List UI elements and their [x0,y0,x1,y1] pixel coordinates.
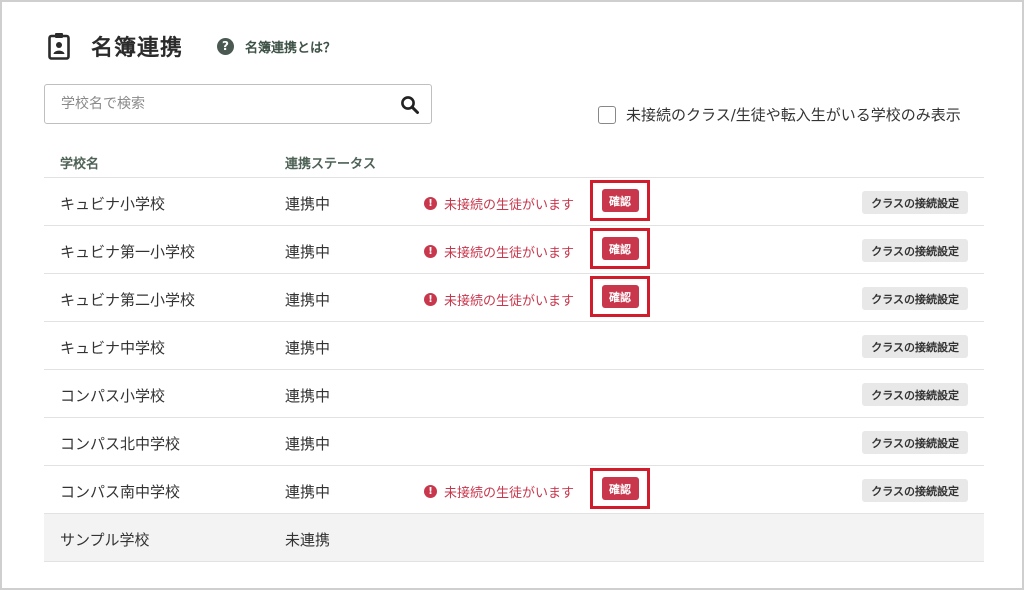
link-status: 連携中 [285,243,331,261]
page-header: 名簿連携 ? 名簿連携とは？ [48,30,336,62]
school-name: コンパス南中学校 [60,483,181,501]
confirm-highlight: 確認 [590,180,650,221]
confirm-button[interactable]: 確認 [601,477,639,500]
school-name: キュビナ中学校 [60,339,166,357]
warning-text: 未接続の生徒がいます [444,198,575,213]
question-circle-icon: ? [217,37,235,55]
link-status: 連携中 [285,483,331,501]
column-header-school-name: 学校名 [60,157,100,172]
class-connection-settings-button[interactable]: クラスの接続設定 [862,383,968,406]
exclamation-circle-icon: ! [424,293,437,306]
table-row: キュビナ小学校 連携中 ! 未接続の生徒がいます 確認 クラスの接続設定 [44,178,984,226]
table-row: コンパス小学校 連携中 クラスの接続設定 [44,370,984,418]
class-connection-settings-button[interactable]: クラスの接続設定 [862,431,968,454]
warning-text: 未接続の生徒がいます [444,294,575,309]
class-connection-settings-button[interactable]: クラスの接続設定 [862,335,968,358]
unconnected-filter-label: 未接続のクラス/生徒や転入生がいる学校のみ表示 [626,106,961,124]
class-connection-settings-button[interactable]: クラスの接続設定 [862,191,968,214]
search-input[interactable] [45,85,431,123]
warning-text: 未接続の生徒がいます [444,486,575,501]
class-connection-settings-button[interactable]: クラスの接続設定 [862,287,968,310]
link-status: 連携中 [285,435,331,453]
table-row: キュビナ第二小学校 連携中 ! 未接続の生徒がいます 確認 クラスの接続設定 [44,274,984,322]
school-name: キュビナ小学校 [60,195,166,213]
school-name: キュビナ第二小学校 [60,291,196,309]
school-name: コンパス北中学校 [60,435,181,453]
table-row: サンプル学校 未連携 [44,514,984,562]
app-frame: 名簿連携 ? 名簿連携とは？ 未接続のクラス/生徒や転入生がいる学校のみ表示 学… [0,0,1024,590]
link-status: 連携中 [285,387,331,405]
confirm-button[interactable]: 確認 [601,237,639,260]
unconnected-warning: ! 未接続の生徒がいます [424,290,574,309]
exclamation-circle-icon: ! [424,485,437,498]
school-name: サンプル学校 [60,531,150,549]
school-table: 学校名 連携ステータス キュビナ小学校 連携中 ! 未接続の生徒がいます 確認 … [44,148,984,562]
class-connection-settings-button[interactable]: クラスの接続設定 [862,239,968,262]
confirm-highlight: 確認 [590,228,650,269]
class-connection-settings-button[interactable]: クラスの接続設定 [862,479,968,502]
help-link[interactable]: ? 名簿連携とは？ [217,37,336,56]
confirm-highlight: 確認 [590,276,650,317]
confirm-highlight: 確認 [590,468,650,509]
unconnected-warning: ! 未接続の生徒がいます [424,482,574,501]
unconnected-filter-checkbox[interactable] [598,105,616,124]
exclamation-circle-icon: ! [424,197,437,210]
unconnected-warning: ! 未接続の生徒がいます [424,194,574,213]
confirm-button[interactable]: 確認 [601,189,639,212]
link-status: 未連携 [285,531,331,549]
search-icon[interactable] [400,95,420,115]
school-name: キュビナ第一小学校 [60,243,196,261]
school-name: コンパス小学校 [60,387,166,405]
table-header: 学校名 連携ステータス [44,148,984,178]
table-row: コンパス南中学校 連携中 ! 未接続の生徒がいます 確認 クラスの接続設定 [44,466,984,514]
table-row: コンパス北中学校 連携中 クラスの接続設定 [44,418,984,466]
clipboard-id-icon [48,33,70,60]
confirm-button[interactable]: 確認 [601,285,639,308]
column-header-status: 連携ステータス [285,157,377,172]
page-title: 名簿連携 [91,36,184,61]
exclamation-circle-icon: ! [424,245,437,258]
table-row: キュビナ第一小学校 連携中 ! 未接続の生徒がいます 確認 クラスの接続設定 [44,226,984,274]
search-box [44,84,432,124]
link-status: 連携中 [285,195,331,213]
help-link-label: 名簿連携とは？ [245,40,337,56]
unconnected-warning: ! 未接続の生徒がいます [424,242,574,261]
unconnected-filter[interactable]: 未接続のクラス/生徒や転入生がいる学校のみ表示 [598,104,961,125]
link-status: 連携中 [285,339,331,357]
warning-text: 未接続の生徒がいます [444,246,575,261]
table-row: キュビナ中学校 連携中 クラスの接続設定 [44,322,984,370]
link-status: 連携中 [285,291,331,309]
